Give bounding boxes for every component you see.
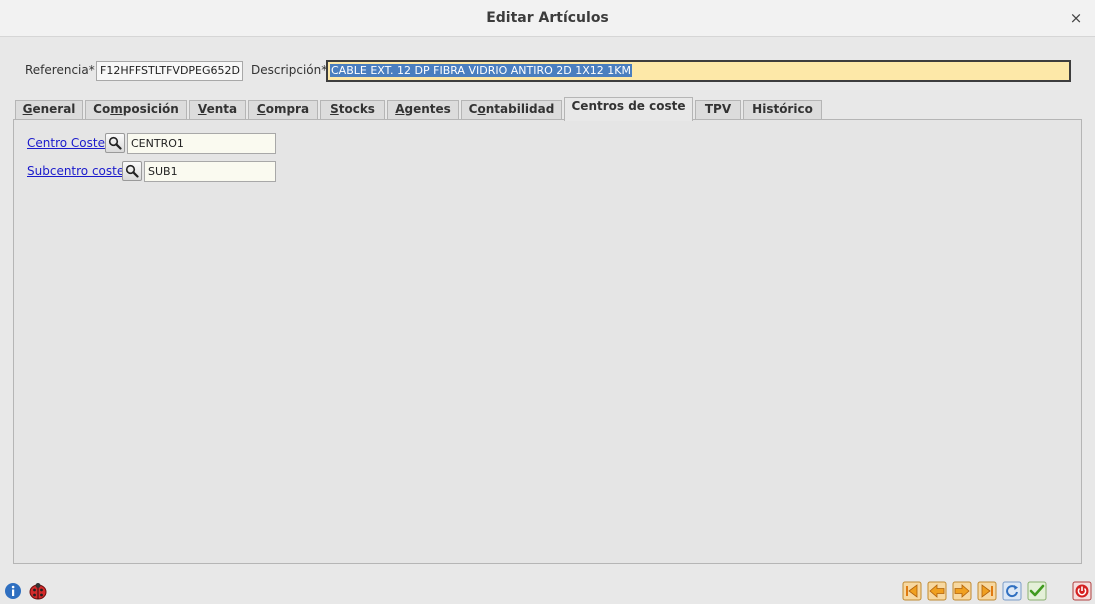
window-title: Editar Artículos — [486, 10, 609, 26]
tab-contabilidad[interactable]: Contabilidad — [461, 100, 562, 119]
power-icon[interactable] — [1072, 581, 1092, 601]
descripcion-field[interactable]: CABLE EXT. 12 DP FIBRA VIDRIO ANTIRO 2D … — [326, 60, 1071, 82]
tab-general[interactable]: General — [15, 100, 83, 119]
magnifier-icon — [125, 164, 139, 178]
centro-coste-link[interactable]: Centro Coste — [27, 136, 105, 150]
tab-centros-de-coste[interactable]: Centros de coste — [564, 97, 693, 121]
tab-venta[interactable]: Venta — [189, 100, 246, 119]
info-icon[interactable] — [4, 582, 22, 600]
subcentro-coste-link[interactable]: Subcentro coste — [27, 164, 124, 178]
ladybug-icon[interactable] — [27, 582, 49, 600]
title-bar: Editar Artículos × — [0, 0, 1095, 37]
descripcion-selected-text: CABLE EXT. 12 DP FIBRA VIDRIO ANTIRO 2D … — [330, 64, 632, 77]
centro-coste-input[interactable]: CENTRO1 — [127, 133, 276, 154]
magnifier-icon — [108, 136, 122, 150]
tab-compra[interactable]: Compra — [248, 100, 318, 119]
tab-tpv[interactable]: TPV — [695, 100, 741, 119]
descripcion-label: Descripción* — [251, 63, 328, 77]
subcentro-coste-input[interactable]: SUB1 — [144, 161, 276, 182]
subcentro-coste-search-button[interactable] — [122, 161, 142, 181]
previous-record-icon[interactable] — [927, 581, 947, 601]
tab-agentes[interactable]: Agentes — [387, 100, 459, 119]
referencia-label: Referencia* — [25, 63, 95, 77]
tab-composicion[interactable]: Composición — [85, 100, 187, 119]
tab-stocks[interactable]: Stocks — [320, 100, 385, 119]
refresh-icon[interactable] — [1002, 581, 1022, 601]
next-record-icon[interactable] — [952, 581, 972, 601]
tab-panel-centros-de-coste — [13, 119, 1082, 564]
last-record-icon[interactable] — [977, 581, 997, 601]
checkmark-icon[interactable] — [1027, 581, 1047, 601]
referencia-field[interactable]: F12HFFSTLTFVDPEG652D — [96, 61, 243, 81]
first-record-icon[interactable] — [902, 581, 922, 601]
tab-historico[interactable]: Histórico — [743, 100, 822, 119]
centro-coste-search-button[interactable] — [105, 133, 125, 153]
close-icon[interactable]: × — [1067, 9, 1085, 27]
